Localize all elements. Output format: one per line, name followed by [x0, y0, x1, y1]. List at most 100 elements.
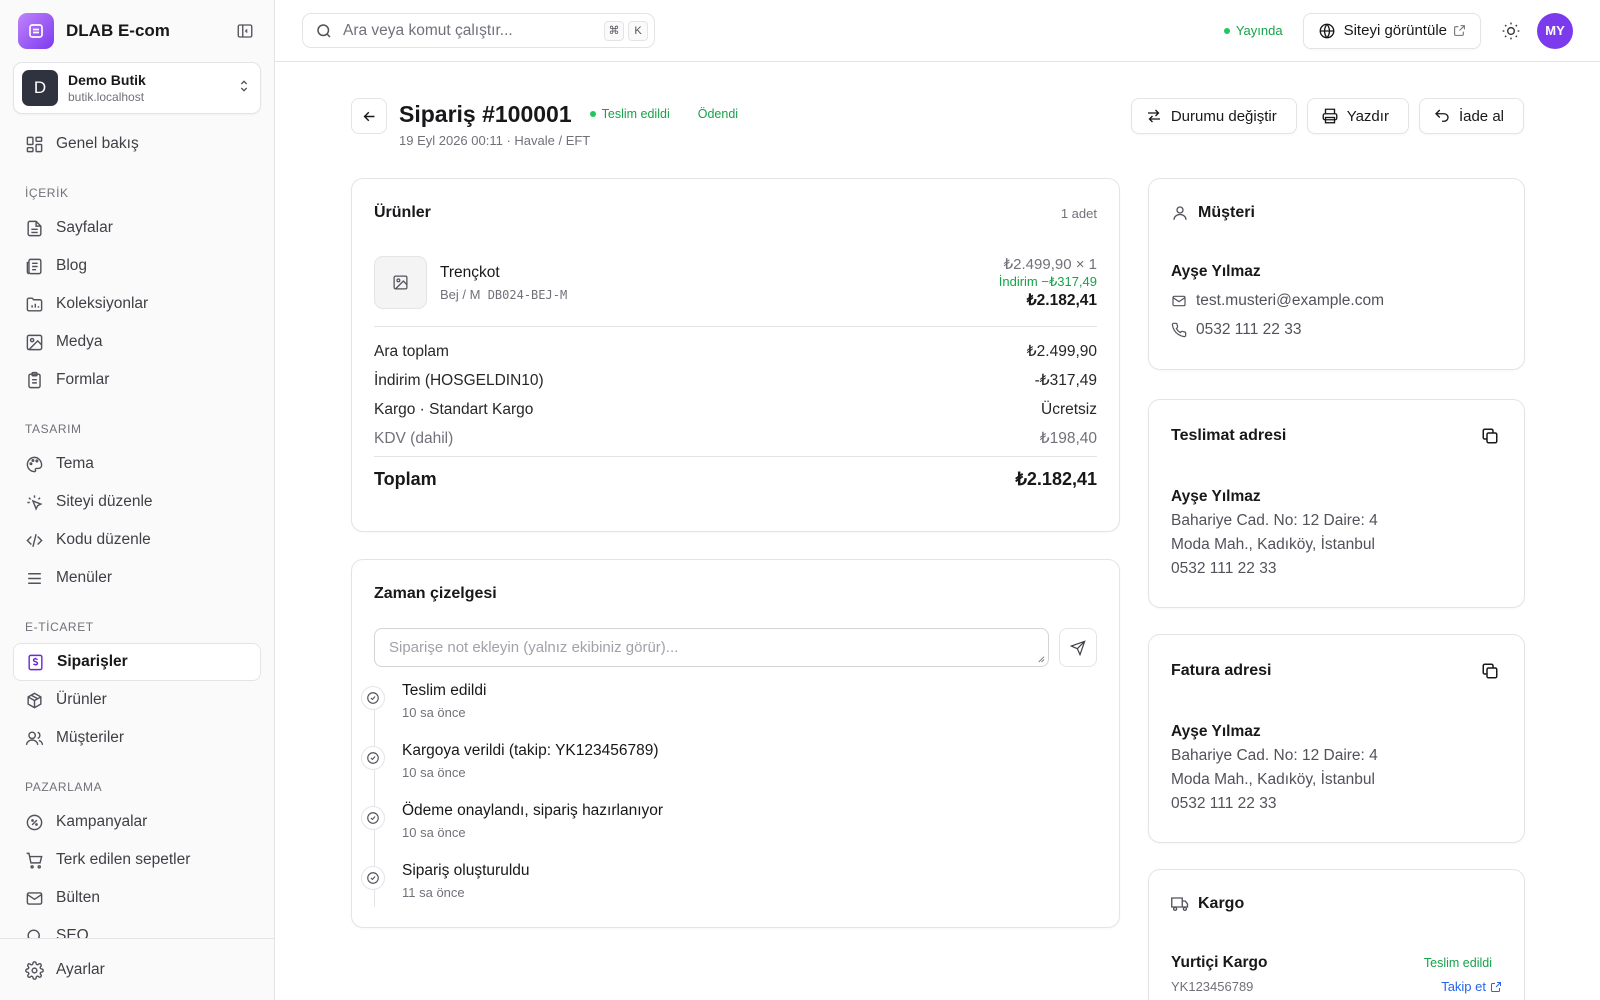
sidebar-item-abandoned-carts[interactable]: Terk edilen sepetler — [13, 841, 261, 879]
timeline-event-time: 10 sa önce — [402, 765, 466, 780]
order-status-badge: Teslim edildi — [589, 107, 670, 121]
copy-icon[interactable] — [1478, 659, 1502, 683]
sidebar-item-orders[interactable]: Siparişler — [13, 643, 261, 681]
sidebar-item-blog[interactable]: Blog — [13, 247, 261, 285]
refund-button[interactable]: İade al — [1418, 98, 1524, 134]
refund-label: İade al — [1458, 107, 1504, 125]
nav-section-ecommerce: E-TİCARET — [25, 620, 94, 634]
sidebar-item-label: Ürünler — [56, 691, 107, 708]
sidebar-item-collections[interactable]: Koleksiyonlar — [13, 285, 261, 323]
palette-icon — [26, 456, 43, 472]
sidebar-item-label: Blog — [56, 257, 88, 274]
timeline-title: Zaman çizelgesi — [374, 585, 497, 602]
sidebar-item-label: Tema — [56, 455, 94, 472]
summary-row-subtotal: Ara toplam ₺2.499,90 — [374, 337, 1097, 366]
summary-row-total: Toplam ₺2.182,41 — [374, 456, 1097, 502]
sidebar-item-label: Siparişler — [57, 653, 128, 670]
timeline-event-time: 10 sa önce — [402, 825, 466, 840]
check-circle-icon — [361, 686, 385, 710]
sidebar-item-label: Siteyi düzenle — [56, 493, 153, 510]
site-status-label: Yayında — [1235, 23, 1283, 38]
kbd-k: K — [628, 20, 648, 41]
shopping-cart-icon — [26, 852, 43, 869]
address-line: Moda Mah., Kadıköy, İstanbul — [1171, 536, 1375, 553]
send-note-button[interactable] — [1059, 628, 1097, 667]
sidebar-item-newsletter[interactable]: Bülten — [13, 879, 261, 917]
sidebar-item-label: Terk edilen sepetler — [56, 851, 191, 868]
workspace-avatar: D — [22, 70, 58, 106]
sidebar-item-settings[interactable]: Ayarlar — [13, 951, 261, 989]
product-row[interactable]: Trençkot Bej / M DB024-BEJ-M ₺2.499,90 ×… — [374, 247, 1097, 327]
product-thumbnail — [374, 256, 427, 309]
sidebar-item-menus[interactable]: Menüler — [13, 559, 261, 597]
product-unit-price: ₺2.499,90 × 1 — [1003, 256, 1097, 273]
customer-title: Müşteri — [1198, 204, 1255, 221]
timeline-event-title: Sipariş oluşturuldu — [402, 862, 530, 879]
sidebar-item-products[interactable]: Ürünler — [13, 681, 261, 719]
main-content: Ara veya komut çalıştır... ⌘ K Yayında S… — [275, 0, 1600, 1000]
summary-row-tax: KDV (dahil) ₺198,40 — [374, 424, 1097, 453]
timeline-event: Ödeme onaylandı, sipariş hazırlanıyor 10… — [361, 801, 1097, 861]
cursor-sparkle-icon — [27, 494, 43, 511]
sidebar-item-overview[interactable]: Genel bakış — [13, 125, 261, 163]
sidebar-item-pages[interactable]: Sayfalar — [13, 209, 261, 247]
order-status-label: Teslim edildi — [601, 107, 670, 121]
sidebar-item-label: Müşteriler — [56, 729, 125, 746]
change-status-button[interactable]: Durumu değiştir — [1130, 98, 1297, 134]
receipt-dollar-icon — [28, 654, 43, 670]
folder-chart-icon — [26, 296, 43, 312]
track-link-label: Takip et — [1441, 979, 1486, 994]
theme-toggle[interactable] — [1493, 13, 1529, 49]
mail-icon — [26, 891, 43, 905]
timeline-event: Teslim edildi 10 sa önce — [361, 681, 1097, 741]
sidebar-item-site-editor[interactable]: Siteyi düzenle — [13, 483, 261, 521]
back-button[interactable] — [351, 98, 387, 134]
customer-card: Müşteri Ayşe Yılmaz test.musteri@example… — [1148, 178, 1525, 370]
items-count: 1 adet — [1060, 205, 1097, 221]
note-textarea[interactable]: Siparişe not ekleyin (yalnız ekibiniz gö… — [374, 628, 1049, 667]
package-icon — [27, 692, 42, 708]
copy-icon[interactable] — [1478, 424, 1502, 448]
summary-label: İndirim (HOSGELDIN10) — [374, 371, 544, 389]
sidebar-item-forms[interactable]: Formlar — [13, 361, 261, 399]
address-name: Ayşe Yılmaz — [1171, 488, 1261, 505]
workspace-name: Demo Butik — [68, 72, 146, 88]
sidebar-item-label: Bülten — [56, 889, 100, 906]
sidebar-collapse-icon[interactable] — [234, 20, 256, 42]
nav-section-design: TASARIM — [25, 422, 82, 436]
brand: DLAB E-com — [0, 0, 274, 62]
customer-name[interactable]: Ayşe Yılmaz — [1171, 263, 1502, 281]
send-icon — [1070, 639, 1086, 656]
sidebar-item-label: Kampanyalar — [56, 813, 148, 830]
workspace-switcher[interactable]: D Demo Butik butik.localhost — [13, 62, 261, 114]
mail-icon — [1172, 295, 1186, 307]
sidebar-item-media[interactable]: Medya — [13, 323, 261, 361]
customer-phone[interactable]: 0532 111 22 33 — [1171, 321, 1502, 339]
summary-row-shipping: Kargo · Standart Kargo Ücretsiz — [374, 395, 1097, 424]
payment-status-badge: Ödendi — [697, 107, 739, 121]
sidebar-item-theme[interactable]: Tema — [13, 445, 261, 483]
image-placeholder-icon — [393, 275, 408, 290]
search-placeholder: Ara veya komut çalıştır... — [343, 21, 513, 39]
timeline-event-title: Teslim edildi — [402, 682, 487, 699]
total-value: ₺2.182,41 — [1015, 469, 1097, 489]
sidebar-item-campaigns[interactable]: Kampanyalar — [13, 803, 261, 841]
sidebar-item-label: Genel bakış — [56, 135, 139, 152]
summary-label: KDV (dahil) — [374, 429, 454, 447]
summary-value: ₺2.499,90 — [1026, 343, 1097, 360]
truck-icon — [1171, 897, 1189, 912]
print-button[interactable]: Yazdır — [1306, 98, 1409, 134]
arrow-left-icon — [363, 111, 374, 121]
search-input[interactable]: Ara veya komut çalıştır... ⌘ K — [302, 13, 655, 48]
view-site-button[interactable]: Siteyi görüntüle — [1302, 12, 1481, 49]
sidebar: DLAB E-com D Demo Butik butik.localhost … — [0, 0, 275, 1000]
user-avatar[interactable]: MY — [1537, 12, 1573, 49]
customer-email[interactable]: test.musteri@example.com — [1171, 292, 1502, 310]
sidebar-item-code-editor[interactable]: Kodu düzenle — [13, 521, 261, 559]
nav-section-marketing: PAZARLAMA — [25, 780, 103, 794]
track-link[interactable]: Takip et — [1441, 979, 1502, 994]
sidebar-item-customers[interactable]: Müşteriler — [13, 719, 261, 757]
print-label: Yazdır — [1346, 107, 1389, 125]
nav-section-content: İÇERİK — [25, 186, 69, 200]
sidebar-item-label: Medya — [56, 333, 103, 350]
